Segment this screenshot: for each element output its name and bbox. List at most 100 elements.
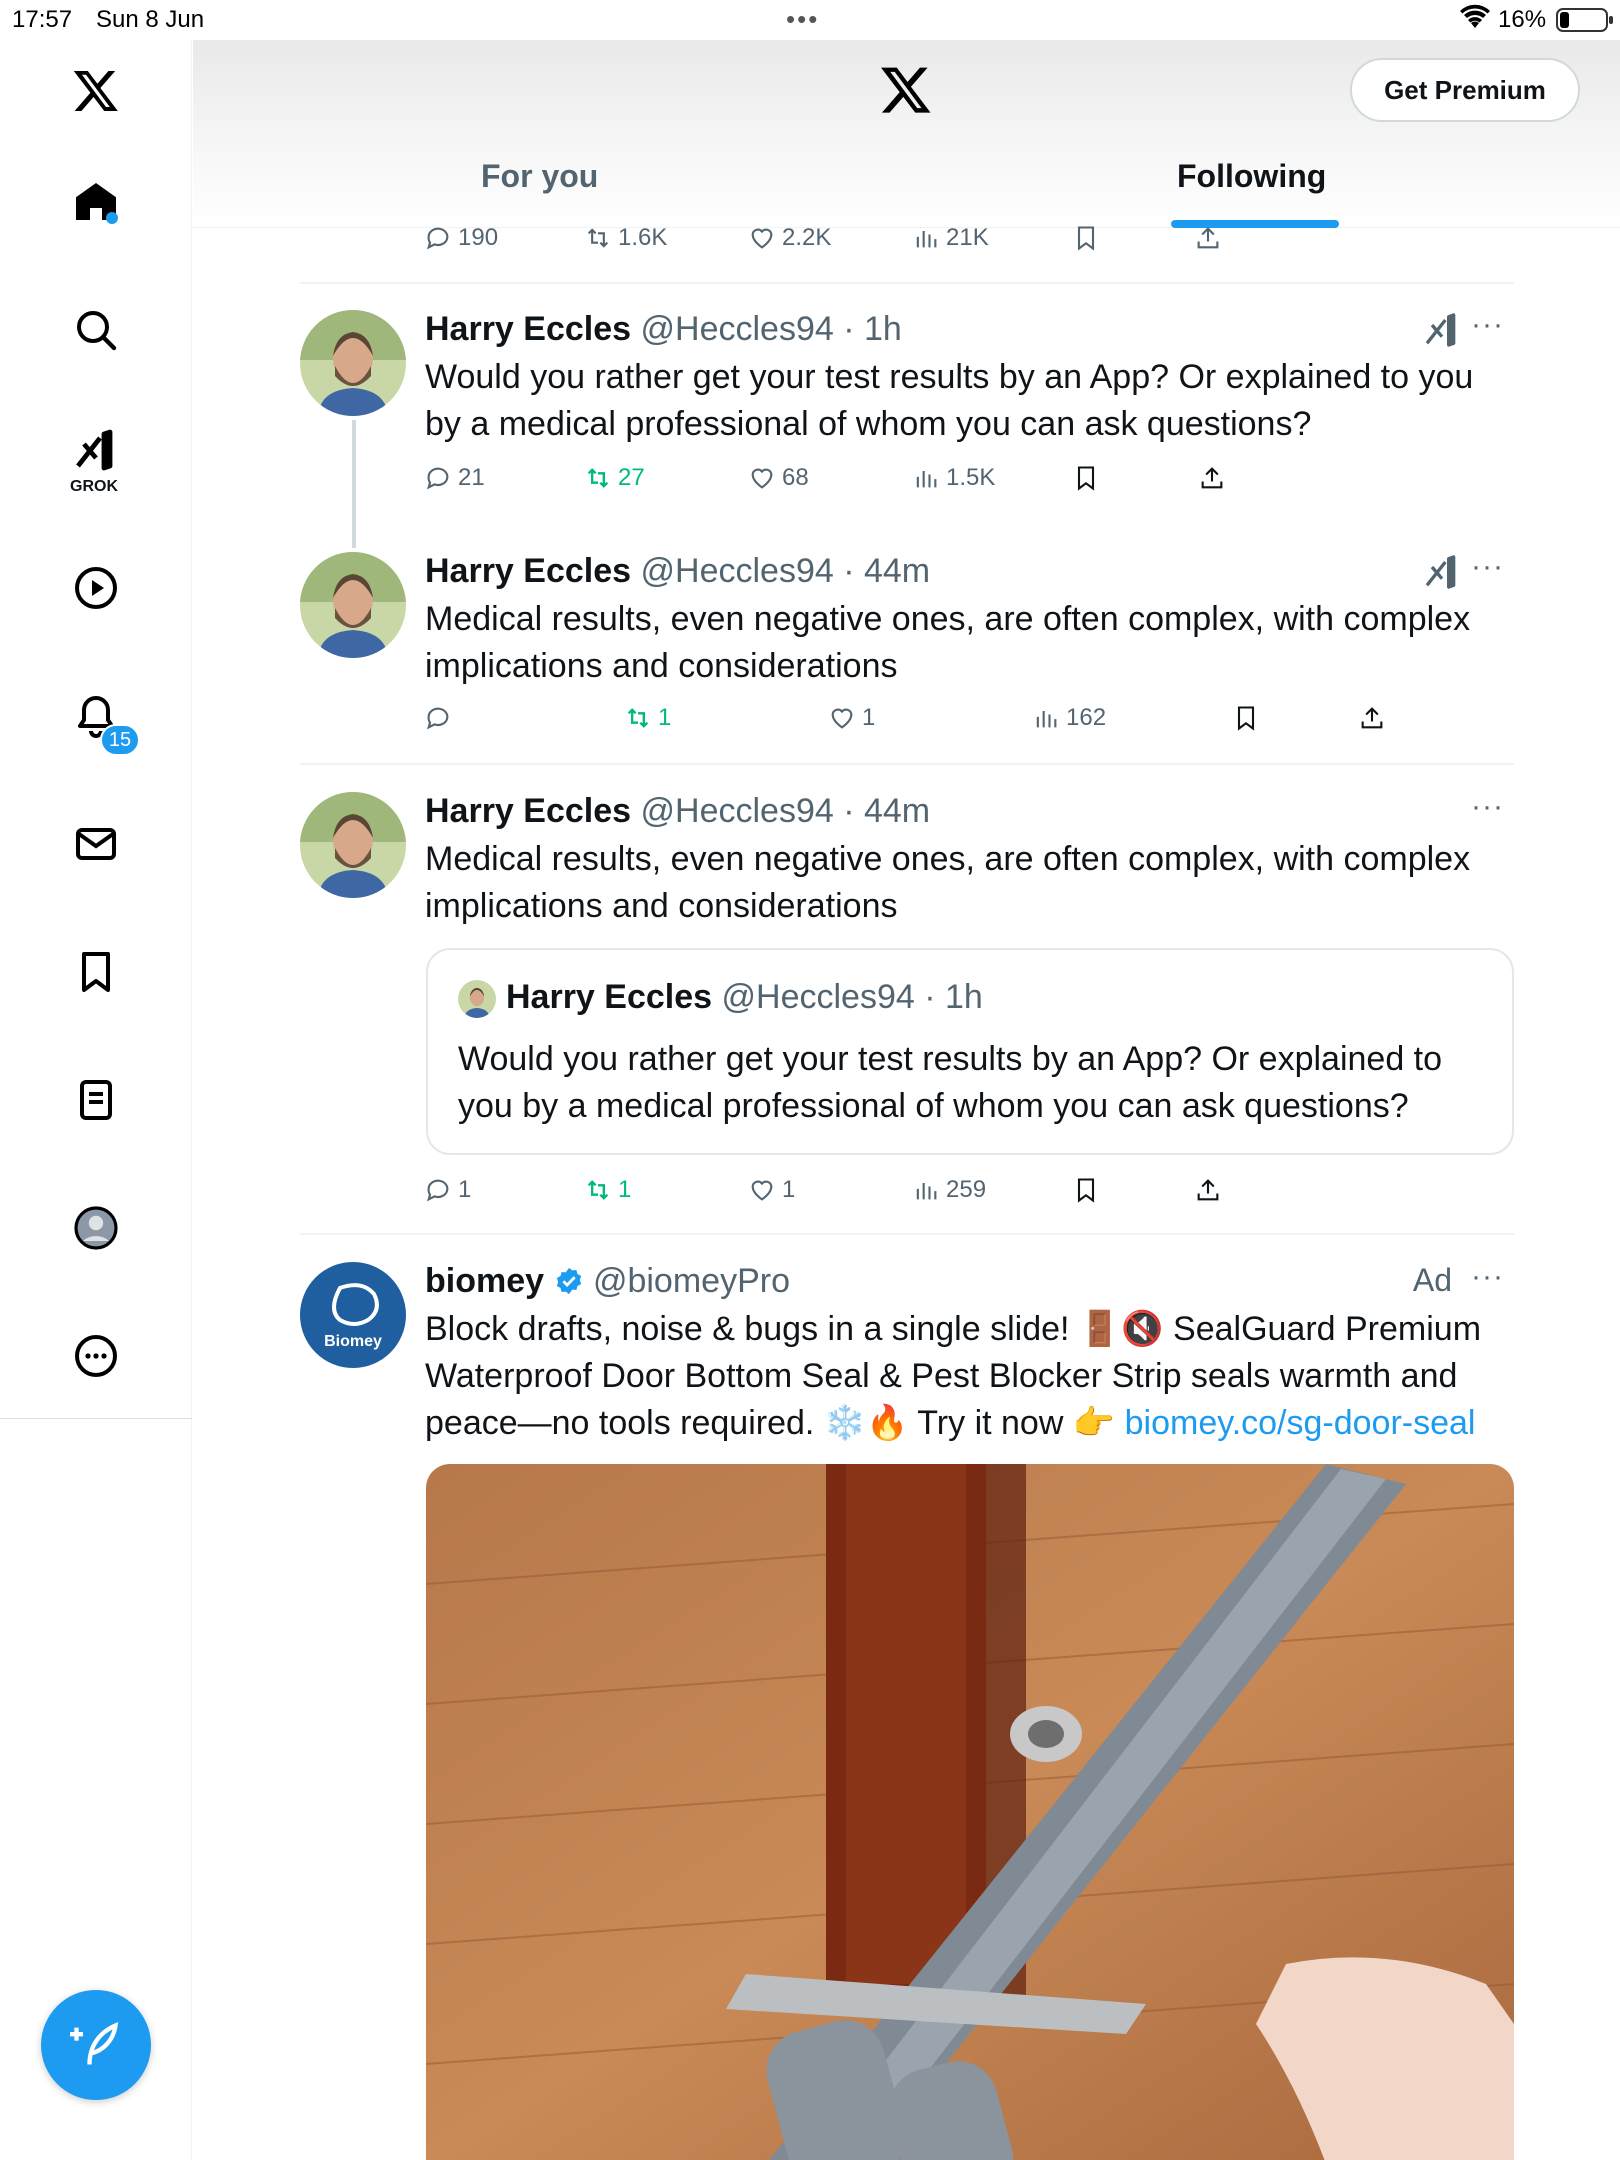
- search-icon[interactable]: [56, 290, 136, 370]
- repost-icon: [587, 228, 609, 248]
- status-date: Sun 8 Jun: [96, 6, 205, 33]
- post-actions: 190 1.6K 2.2K 21K: [424, 224, 1424, 260]
- grok-icon[interactable]: [1422, 552, 1462, 592]
- like-button[interactable]: 1: [748, 1176, 795, 1204]
- compose-post-button[interactable]: [41, 1990, 151, 2100]
- lists-icon[interactable]: [56, 1060, 136, 1140]
- avatar[interactable]: [300, 310, 406, 416]
- heart-icon: [831, 708, 853, 729]
- more-options-icon[interactable]: ···: [1471, 1260, 1504, 1294]
- author-name[interactable]: Harry Eccles: [425, 792, 631, 830]
- more-options-icon[interactable]: ···: [1471, 790, 1504, 824]
- timeline-header: Get Premium For you Following: [193, 40, 1620, 228]
- like-count: 1: [862, 704, 876, 731]
- wifi-icon: [1460, 4, 1490, 37]
- post-time: · 1h: [924, 978, 983, 1016]
- author-handle[interactable]: @Heccles94: [641, 310, 834, 348]
- avatar-brand-text: Biomey: [324, 1333, 382, 1350]
- tab-following[interactable]: Following: [1177, 158, 1326, 195]
- tab-for-you[interactable]: For you: [481, 158, 598, 195]
- reply-button[interactable]: 21: [424, 464, 485, 492]
- reply-button[interactable]: 1: [424, 1176, 471, 1204]
- post-media-video[interactable]: [426, 1464, 1514, 2160]
- sidebar: GROK 15: [0, 40, 192, 2160]
- mail-icon[interactable]: [56, 804, 136, 884]
- avatar[interactable]: [300, 552, 406, 658]
- home-unread-dot: [106, 212, 118, 224]
- share-button[interactable]: [1198, 464, 1226, 492]
- bookmark-button[interactable]: [1072, 464, 1100, 492]
- author-handle: @Heccles94: [721, 978, 915, 1016]
- avatar[interactable]: Biomey: [300, 1262, 406, 1368]
- bookmark-button[interactable]: [1072, 224, 1100, 252]
- views-button[interactable]: 1.5K: [912, 464, 995, 492]
- more-icon[interactable]: [56, 1316, 136, 1396]
- post-time: · 1h: [843, 310, 902, 348]
- post-header: Harry Eccles @Heccles94 · 44m: [425, 792, 930, 831]
- x-logo-icon[interactable]: [56, 50, 136, 130]
- grok-icon[interactable]: [1422, 310, 1462, 350]
- bookmark-button[interactable]: [1232, 704, 1260, 732]
- home-icon[interactable]: [56, 162, 136, 242]
- get-premium-button[interactable]: Get Premium: [1350, 58, 1580, 122]
- share-icon: [1197, 227, 1219, 249]
- views-icon: [1036, 711, 1057, 728]
- video-icon[interactable]: [56, 548, 136, 628]
- repost-icon: [587, 468, 609, 488]
- share-button[interactable]: [1358, 704, 1386, 732]
- post-header: biomey @biomeyPro: [425, 1262, 790, 1301]
- author-name[interactable]: Harry Eccles: [425, 552, 631, 590]
- post-link[interactable]: biomey.co/sg-door-seal: [1125, 1404, 1476, 1442]
- x-logo-icon[interactable]: [879, 62, 933, 121]
- author-name: Harry Eccles: [506, 978, 713, 1016]
- post-time: · 44m: [843, 552, 931, 590]
- quoted-post-text: Would you rather get your test results b…: [458, 1040, 1443, 1125]
- quoted-post[interactable]: Harry Eccles @Heccles94 · 1h Would you r…: [426, 948, 1514, 1155]
- share-icon: [1361, 707, 1383, 729]
- battery-icon: [1556, 8, 1613, 32]
- repost-button[interactable]: 27: [584, 464, 645, 492]
- share-button[interactable]: [1194, 1176, 1222, 1204]
- bookmark-icon[interactable]: [56, 932, 136, 1012]
- ad-label: Ad: [1412, 1262, 1452, 1298]
- avatar[interactable]: [300, 792, 406, 898]
- heart-icon: [751, 468, 773, 489]
- bookmark-button[interactable]: [1072, 1176, 1100, 1204]
- author-name[interactable]: Harry Eccles: [425, 310, 631, 348]
- quoted-post-header: Harry Eccles @Heccles94 · 1h: [506, 978, 983, 1017]
- sidebar-divider: [0, 1418, 192, 1419]
- author-handle[interactable]: @Heccles94: [641, 792, 834, 830]
- share-icon: [1197, 1179, 1219, 1201]
- like-button[interactable]: 68: [748, 464, 809, 492]
- battery-percent: 16%: [1498, 6, 1547, 33]
- views-button[interactable]: 259: [912, 1176, 986, 1204]
- like-count: 68: [782, 464, 809, 491]
- bookmark-icon: [1077, 1178, 1095, 1203]
- reply-button[interactable]: 190: [424, 224, 498, 252]
- more-options-icon[interactable]: ···: [1471, 550, 1504, 584]
- promoted-post[interactable]: Biomey biomey @biomeyPro Ad ··· Block dr…: [300, 1260, 1514, 1462]
- author-name[interactable]: biomey: [425, 1262, 544, 1300]
- post-actions: 1 1 1 259: [424, 1176, 1424, 1212]
- views-button[interactable]: 162: [1032, 704, 1106, 732]
- author-handle[interactable]: @Heccles94: [641, 552, 834, 590]
- views-count: 162: [1066, 704, 1107, 731]
- post-actions: 21 27 68 1.5K: [424, 464, 1424, 500]
- status-bar: 17:57 Sun 8 Jun ••• 16%: [0, 0, 1620, 40]
- post-text: Would you rather get your test results b…: [425, 358, 1474, 443]
- repost-button[interactable]: 1.6K: [584, 224, 667, 252]
- repost-button[interactable]: 1: [624, 704, 671, 732]
- reply-button[interactable]: [424, 704, 452, 732]
- author-handle[interactable]: @biomeyPro: [593, 1262, 790, 1300]
- verified-badge-icon: [556, 1267, 581, 1295]
- more-options-icon[interactable]: ···: [1471, 308, 1504, 342]
- heart-icon: [751, 228, 773, 249]
- multitasking-dots[interactable]: •••: [786, 4, 819, 35]
- repost-button[interactable]: 1: [584, 1176, 631, 1204]
- views-button[interactable]: 21K: [912, 224, 989, 252]
- views-icon: [916, 1183, 937, 1200]
- share-button[interactable]: [1194, 224, 1222, 252]
- like-button[interactable]: 2.2K: [748, 224, 831, 252]
- like-button[interactable]: 1: [828, 704, 875, 732]
- profile-icon[interactable]: [56, 1188, 136, 1268]
